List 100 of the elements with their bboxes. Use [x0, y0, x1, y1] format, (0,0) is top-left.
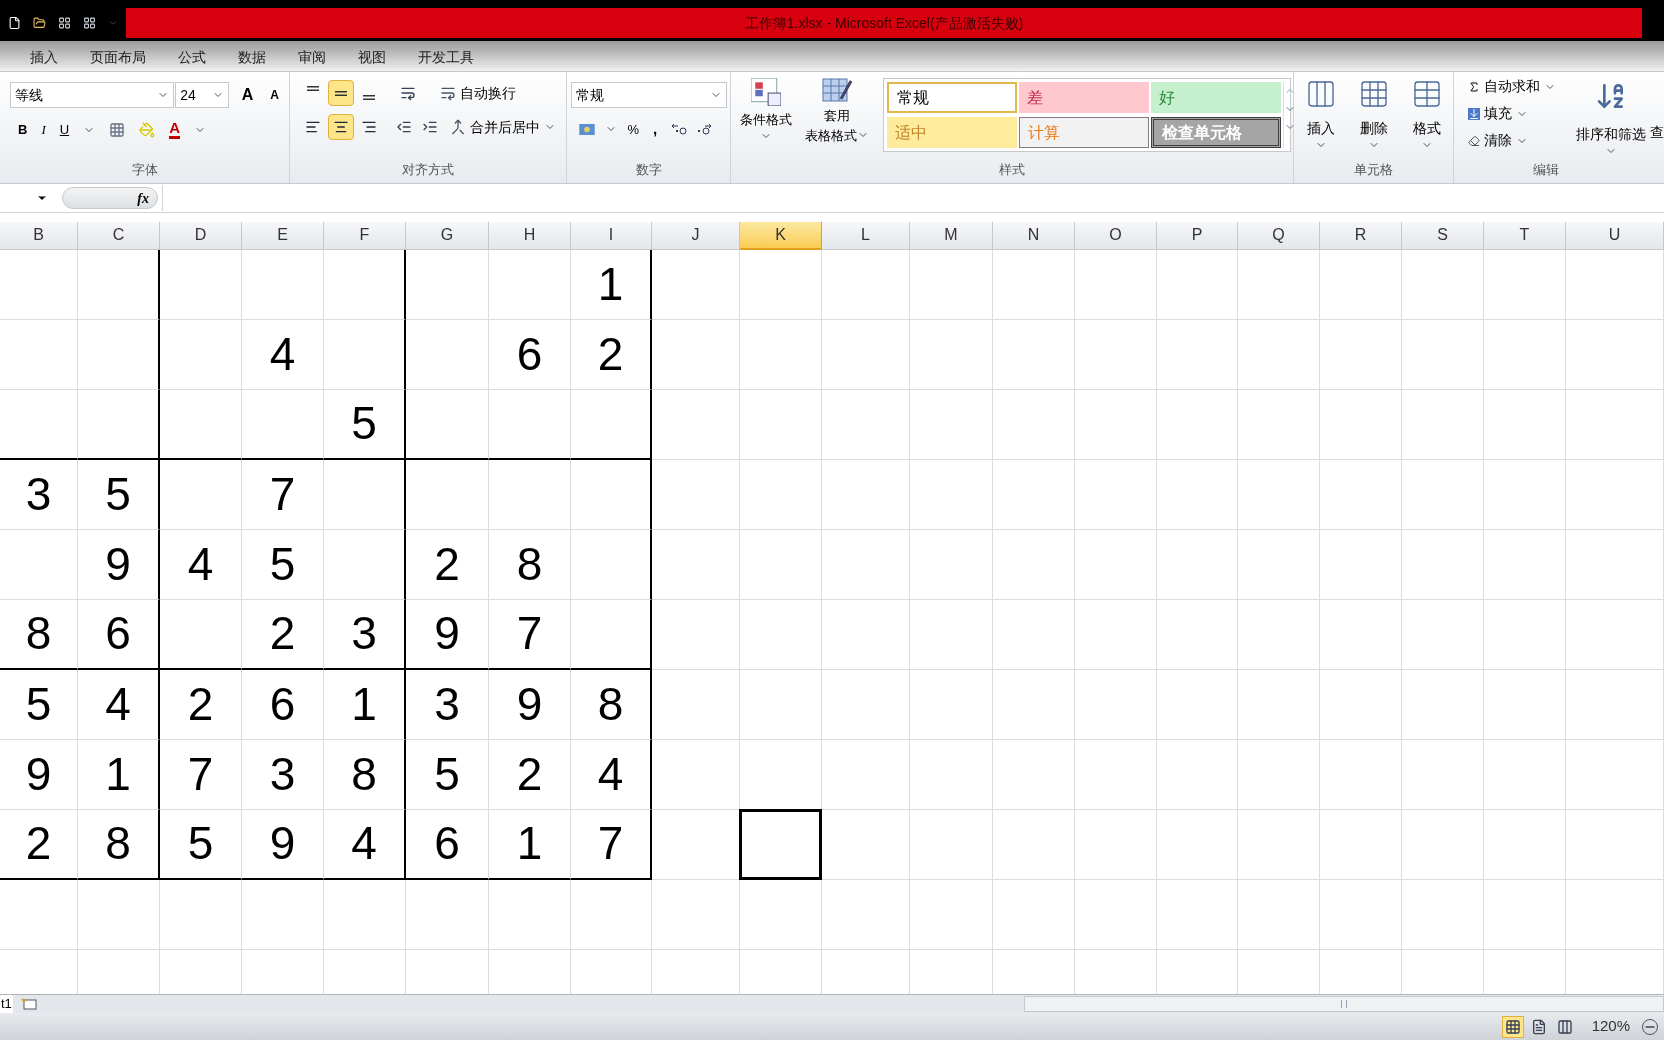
- group-label: 编辑: [1533, 160, 1559, 179]
- column-header[interactable]: F: [324, 221, 406, 250]
- column-header[interactable]: D: [160, 221, 242, 250]
- increase-decimal-icon[interactable]: [671, 123, 688, 136]
- table-cell: 4: [324, 809, 406, 880]
- fill-down-icon: [1468, 107, 1480, 120]
- table-cell: 5: [324, 389, 406, 460]
- zoom-level[interactable]: 120%: [1591, 1015, 1630, 1038]
- orientation-icon[interactable]: [400, 85, 416, 102]
- table-cell: 3: [242, 739, 324, 810]
- table-cell: 6: [78, 599, 160, 670]
- cells-button[interactable]: 格式: [1403, 78, 1450, 152]
- horizontal-scrollbar[interactable]: [1024, 996, 1664, 1012]
- table-cell: 3: [406, 669, 489, 740]
- table-cell: 4: [160, 529, 242, 600]
- column-header[interactable]: Q: [1238, 221, 1320, 250]
- column-header[interactable]: O: [1075, 221, 1157, 250]
- new-sheet-icon[interactable]: [20, 998, 37, 1010]
- ribbon-tab[interactable]: 公式: [164, 43, 220, 72]
- column-header[interactable]: B: [0, 221, 78, 250]
- fill-button[interactable]: 填充: [1468, 103, 1576, 125]
- autosum-button[interactable]: 自动求和: [1468, 76, 1576, 98]
- conditional-format-button[interactable]: 条件格式: [733, 78, 800, 142]
- percent-button[interactable]: %: [627, 119, 640, 140]
- sheet-tab[interactable]: t1: [0, 995, 13, 1013]
- merge-center-button[interactable]: 合并后居中: [450, 116, 556, 138]
- currency-icon[interactable]: [579, 123, 596, 135]
- cells-button[interactable]: 删除: [1350, 78, 1397, 152]
- fx-label[interactable]: fx: [137, 187, 149, 209]
- table-cell: 9: [78, 529, 160, 600]
- column-header[interactable]: M: [910, 221, 993, 250]
- table-cell: 3: [324, 599, 406, 670]
- column-header[interactable]: N: [993, 221, 1075, 250]
- ribbon-tab[interactable]: 页面布局: [76, 43, 160, 72]
- sigma-icon: [1468, 80, 1480, 93]
- italic-button[interactable]: I: [41, 120, 46, 140]
- selected-cell[interactable]: [739, 808, 822, 880]
- ribbon-tab[interactable]: 审阅: [284, 43, 340, 72]
- table-cell: 1: [324, 669, 406, 740]
- ribbon-tab[interactable]: 数据: [224, 43, 280, 72]
- column-header[interactable]: L: [822, 221, 910, 250]
- column-header[interactable]: S: [1402, 221, 1484, 250]
- find-button[interactable]: 查: [1650, 122, 1664, 144]
- new-file-icon[interactable]: [8, 15, 22, 32]
- column-header[interactable]: C: [78, 221, 160, 250]
- number-format-field[interactable]: 常规: [571, 82, 728, 109]
- column-header[interactable]: J: [652, 221, 740, 250]
- shrink-font-button[interactable]: A: [270, 86, 279, 105]
- table-cell: 7: [160, 739, 242, 810]
- column-header[interactable]: I: [571, 221, 652, 250]
- table-cell: 4: [242, 319, 324, 390]
- horizontal-align-button[interactable]: [328, 114, 354, 141]
- borders-icon[interactable]: [109, 121, 126, 138]
- cell-style-option[interactable]: 常规: [887, 82, 1018, 114]
- comma-button[interactable]: ,: [649, 118, 662, 141]
- table-cell: 6: [242, 669, 324, 740]
- column-header[interactable]: E: [242, 221, 324, 250]
- table-cell: 9: [0, 739, 78, 810]
- bold-button[interactable]: B: [18, 120, 28, 140]
- ribbon-tab[interactable]: 开发工具: [404, 43, 488, 72]
- normal-view-button[interactable]: [1501, 1015, 1524, 1038]
- font-color-button[interactable]: A: [169, 120, 180, 140]
- cells-button[interactable]: 插入: [1297, 78, 1344, 152]
- columns-icon: [1556, 1018, 1573, 1035]
- group-label: 单元格: [1354, 160, 1394, 179]
- vertical-align-button[interactable]: [328, 80, 354, 107]
- table-cell: 6: [489, 319, 571, 390]
- ribbon-tab[interactable]: 插入: [16, 43, 72, 72]
- table-format-button[interactable]: 套用 表格格式: [799, 78, 876, 146]
- table-cell: 2: [489, 739, 571, 810]
- wrap-text-button[interactable]: 自动换行: [440, 82, 516, 104]
- table-cell: 7: [242, 459, 324, 530]
- column-header[interactable]: G: [406, 221, 489, 250]
- toolbar-icon[interactable]: [58, 15, 72, 32]
- fill-color-icon[interactable]: [139, 121, 156, 138]
- column-header[interactable]: H: [489, 221, 571, 250]
- group-label: 字体: [131, 160, 158, 179]
- page-icon: [1530, 1018, 1547, 1035]
- table-cell: 5: [406, 739, 489, 810]
- column-header[interactable]: K: [740, 221, 822, 250]
- toolbar-icon[interactable]: [83, 15, 97, 32]
- table-cell: 5: [160, 809, 242, 880]
- font-name-field[interactable]: 等线: [10, 82, 175, 109]
- conditional-format-icon: [751, 78, 782, 107]
- column-header[interactable]: U: [1566, 221, 1664, 250]
- grow-font-button[interactable]: A: [241, 83, 254, 108]
- decrease-decimal-icon[interactable]: [697, 123, 714, 136]
- cell-style-option[interactable]: 差: [1019, 82, 1150, 114]
- table-cell: 8: [0, 599, 78, 670]
- column-header[interactable]: R: [1320, 221, 1402, 250]
- underline-button[interactable]: U: [59, 120, 70, 140]
- table-cell: 8: [489, 529, 571, 600]
- table-cell: 7: [489, 599, 571, 670]
- font-size-field[interactable]: 24: [175, 82, 229, 109]
- sort-filter-button[interactable]: 排序和筛选: [1576, 76, 1646, 158]
- column-header[interactable]: T: [1484, 221, 1566, 250]
- ribbon-tab[interactable]: 视图: [344, 43, 400, 72]
- cell-style-option[interactable]: 好: [1151, 82, 1282, 114]
- clear-button[interactable]: 清除: [1468, 130, 1576, 152]
- column-header[interactable]: P: [1157, 221, 1238, 250]
